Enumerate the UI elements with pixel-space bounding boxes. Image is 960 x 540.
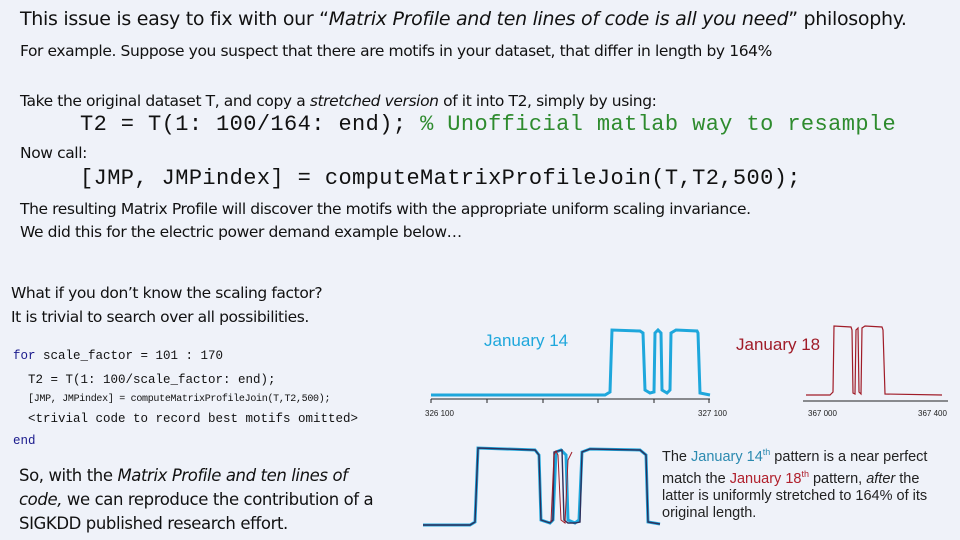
jan14-series (431, 327, 711, 397)
jan18-tick-label-start: 367 000 (808, 409, 837, 418)
jan18-label: January 18 (736, 335, 821, 354)
jan14-tick-label-start: 326 100 (425, 409, 454, 418)
jan14-tick-label-end: 327 100 (698, 409, 727, 418)
caption-text: The January 14th pattern is a near perfe… (662, 447, 928, 521)
overlay-jan14-series (423, 446, 661, 527)
jan18-tick-label-end: 367 400 (918, 409, 947, 418)
jan18-series (806, 325, 943, 396)
